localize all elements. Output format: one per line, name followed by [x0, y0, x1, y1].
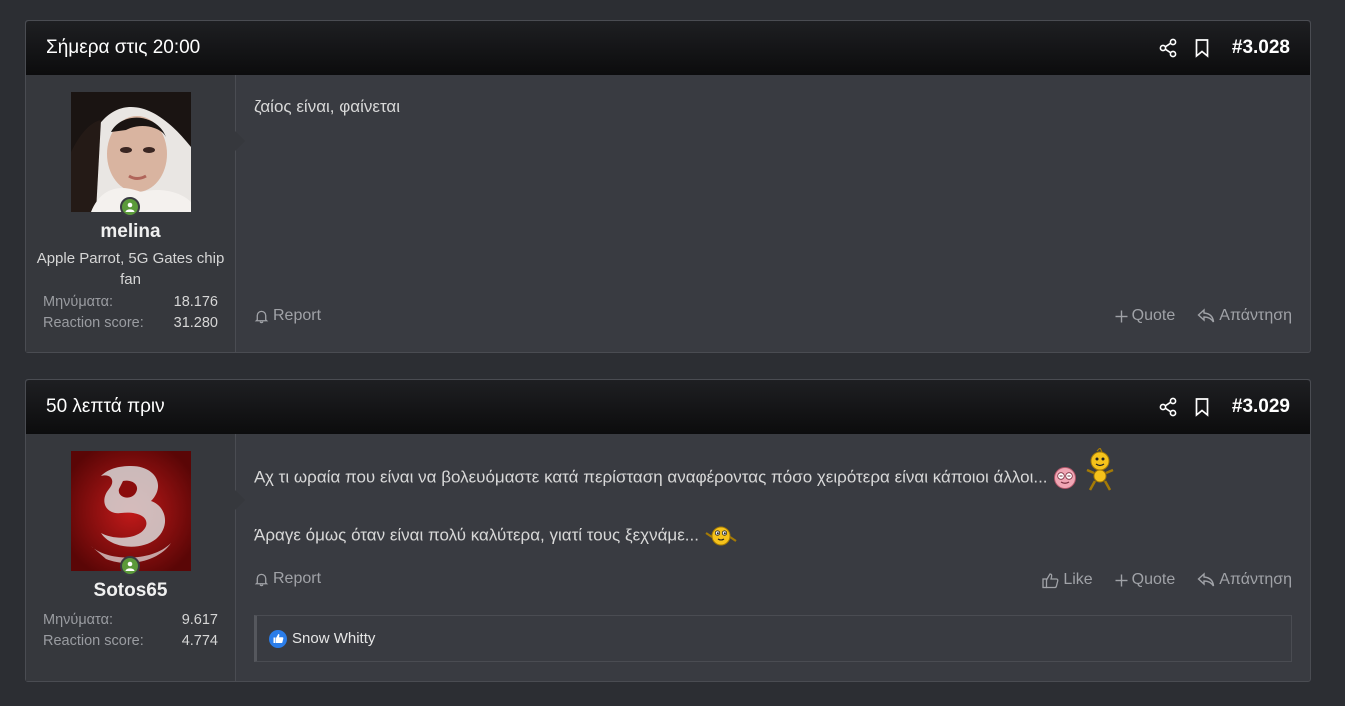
reply-button[interactable]: Απάντηση: [1197, 571, 1292, 589]
post-date[interactable]: Σήμερα στις 20:00: [46, 37, 200, 59]
bookmark-icon[interactable]: [1192, 38, 1212, 58]
message-cell: Αχ τι ωραία που είναι να βολευόμαστε κατ…: [235, 434, 1310, 681]
online-status-icon: [120, 197, 140, 217]
user-title: Apple Parrot, 5G Gates chip fan: [36, 250, 225, 288]
stat-label: Μηνύματα:: [43, 612, 113, 628]
like-label: Like: [1063, 571, 1093, 588]
quote-button[interactable]: Quote: [1115, 307, 1176, 325]
stat-value: 4.774: [181, 633, 218, 649]
user-info: Sotos65 Μηνύματα: 9.617 Reaction score: …: [26, 434, 236, 681]
reply-icon: [1197, 572, 1215, 587]
post-tools: #3.028: [1158, 37, 1290, 59]
user-stats: Μηνύματα: 9.617 Reaction score: 4.774: [43, 610, 218, 652]
user-stats: Μηνύματα: 18.176 Reaction score: 31.280: [43, 292, 218, 334]
report-button[interactable]: Report: [254, 307, 321, 325]
quote-button[interactable]: Quote: [1115, 571, 1176, 589]
stat-label: Reaction score:: [43, 633, 144, 649]
post-number[interactable]: #3.029: [1232, 396, 1290, 418]
message-text: Άραγε όμως όταν είναι πολύ καλύτερα, για…: [254, 525, 699, 545]
bell-icon: [254, 573, 269, 586]
stat-reaction-score: Reaction score: 31.280: [43, 313, 218, 334]
stat-messages: Μηνύματα: 18.176: [43, 292, 218, 313]
post-tools: #3.029: [1158, 396, 1290, 418]
reactions-bar: Snow Whitty: [254, 615, 1292, 662]
shy-smiley-icon: [705, 526, 737, 546]
report-label: Report: [273, 570, 322, 587]
avatar[interactable]: [71, 92, 191, 212]
dizzy-smiley-icon: [1054, 467, 1077, 489]
post-date[interactable]: 50 λεπτά πριν: [46, 396, 165, 418]
reply-button[interactable]: Απάντηση: [1197, 307, 1292, 325]
forum-post: 50 λεπτά πριν #3.029 Sotos65 Μηνύματα: 9…: [25, 379, 1311, 682]
stat-reaction-score: Reaction score: 4.774: [43, 631, 218, 652]
post-header: 50 λεπτά πριν #3.029: [26, 380, 1310, 434]
jumping-smiley-icon: [1086, 448, 1114, 491]
stat-messages: Μηνύματα: 9.617: [43, 610, 218, 631]
reply-label: Απάντηση: [1219, 307, 1292, 324]
report-button[interactable]: Report: [254, 570, 321, 588]
message-line: Άραγε όμως όταν είναι πολύ καλύτερα, για…: [254, 523, 1292, 549]
post-header: Σήμερα στις 20:00 #3.028: [26, 21, 1310, 75]
bell-icon: [254, 310, 269, 323]
username[interactable]: melina: [26, 221, 235, 243]
stat-value: 18.176: [173, 294, 218, 310]
message-text: ζαίος είναι, φαίνεται: [254, 97, 401, 116]
like-button[interactable]: Like: [1042, 571, 1093, 589]
share-icon[interactable]: [1158, 397, 1178, 417]
thumbs-up-icon: [1042, 572, 1059, 588]
reaction-users-link[interactable]: Snow Whitty: [292, 630, 375, 647]
reply-label: Απάντηση: [1219, 571, 1292, 588]
stat-label: Μηνύματα:: [43, 294, 113, 310]
stat-label: Reaction score:: [43, 315, 144, 331]
quote-label: Quote: [1131, 571, 1176, 588]
user-info: melina Apple Parrot, 5G Gates chip fan Μ…: [26, 75, 236, 352]
forum-post: Σήμερα στις 20:00 #3.028 melina Apple Pa…: [25, 20, 1311, 353]
stat-value: 9.617: [181, 612, 218, 628]
plus-icon: [1115, 310, 1128, 322]
like-reaction-icon: [269, 629, 287, 648]
stat-value: 31.280: [173, 315, 218, 331]
online-status-icon: [120, 556, 140, 576]
share-icon[interactable]: [1158, 38, 1178, 58]
bookmark-icon[interactable]: [1192, 397, 1212, 417]
message-text: Αχ τι ωραία που είναι να βολευόμαστε κατ…: [254, 467, 1048, 487]
quote-label: Quote: [1131, 307, 1176, 324]
post-number[interactable]: #3.028: [1232, 37, 1290, 59]
avatar[interactable]: [71, 451, 191, 571]
plus-icon: [1115, 574, 1128, 586]
message-cell: ζαίος είναι, φαίνεται Report Quote Απάντ…: [235, 75, 1310, 352]
report-label: Report: [273, 307, 322, 324]
username[interactable]: Sotos65: [26, 580, 235, 602]
message-line: Αχ τι ωραία που είναι να βολευόμαστε κατ…: [254, 448, 1292, 492]
reply-icon: [1197, 308, 1215, 323]
